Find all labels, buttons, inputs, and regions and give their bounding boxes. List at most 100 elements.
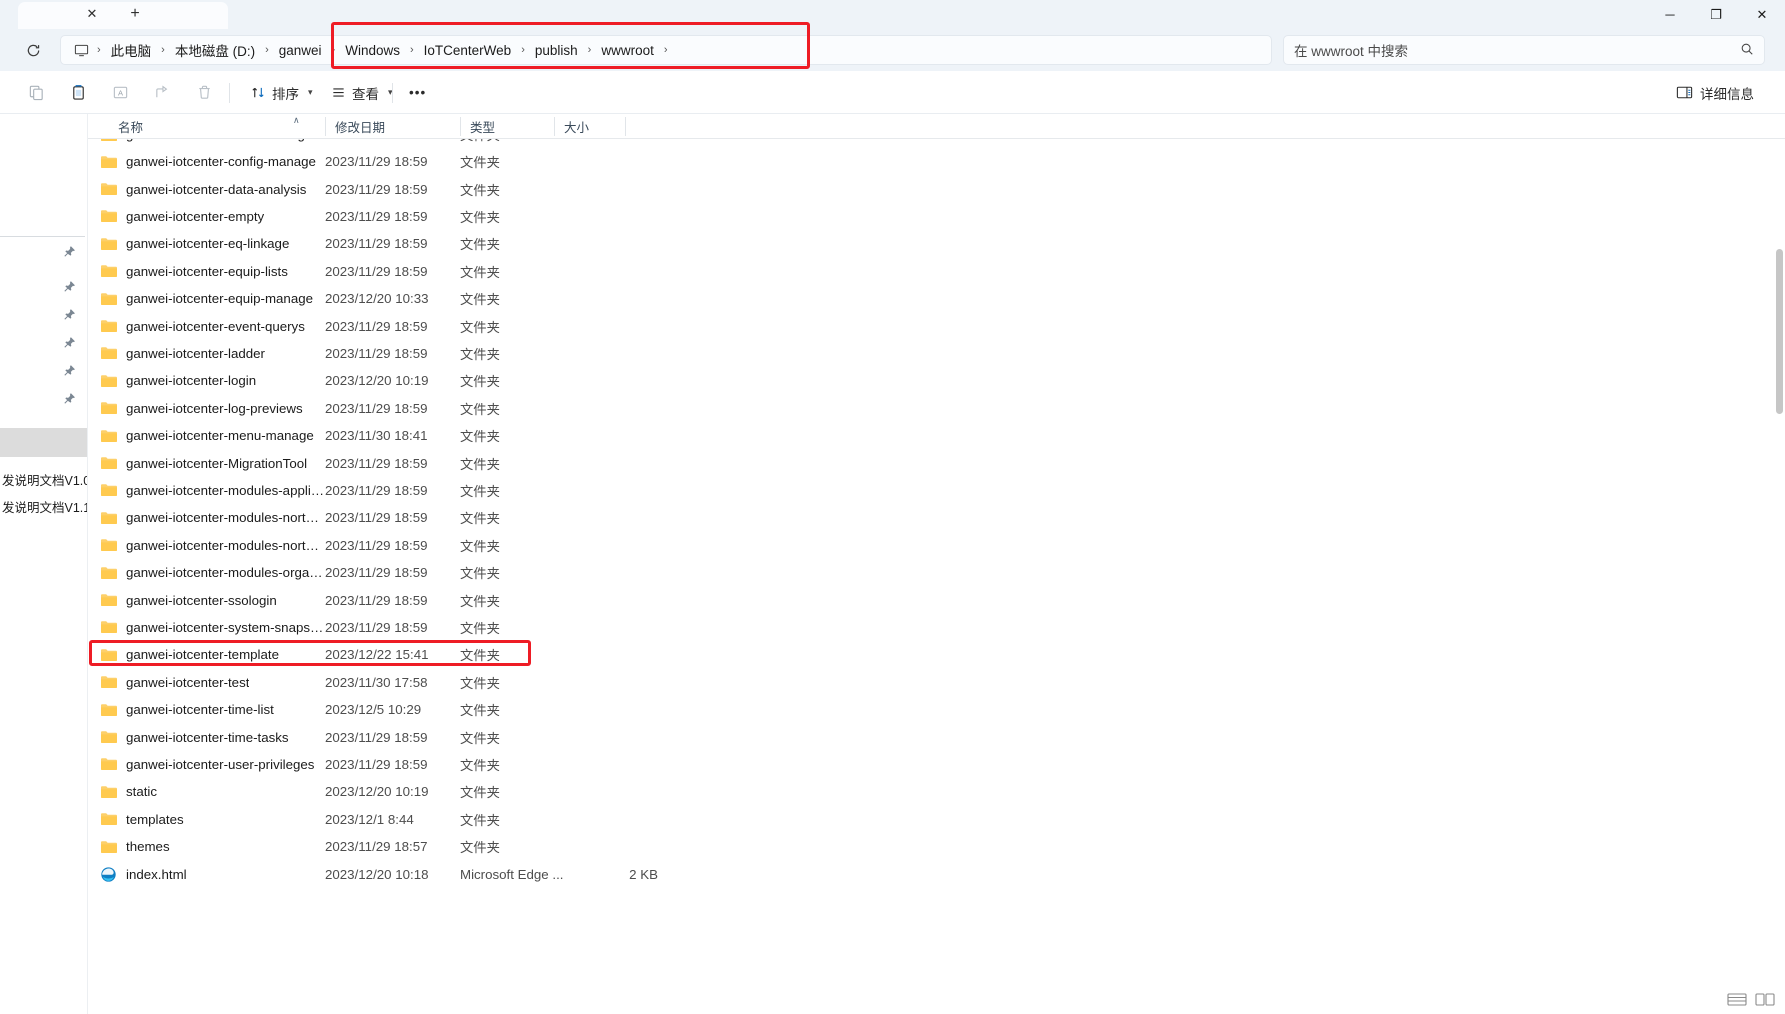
table-row[interactable]: ganwei-iotcenter-modules-applicatio...20… [88, 477, 1785, 504]
breadcrumb-item-2[interactable]: ganwei [273, 40, 328, 61]
breadcrumb-item-3[interactable]: Windows [339, 40, 406, 61]
column-divider[interactable] [625, 117, 626, 136]
folder-icon [100, 428, 118, 444]
breadcrumb-separator: › [157, 44, 169, 56]
table-row[interactable]: ganwei-iotcenter-time-tasks2023/11/29 18… [88, 723, 1785, 750]
file-name-cell: ganwei-iotcenter-ladder [88, 345, 325, 361]
table-row[interactable]: themes2023/11/29 18:57文件夹 [88, 833, 1785, 860]
table-row[interactable]: ganwei-iotcenter-ladder2023/11/29 18:59文… [88, 340, 1785, 367]
folder-icon [100, 702, 118, 718]
table-row[interactable]: ganwei-iotcenter-equip-manage2023/12/20 … [88, 285, 1785, 312]
rename-button[interactable]: A [102, 78, 138, 107]
delete-button[interactable] [186, 78, 222, 107]
new-tab-icon[interactable]: + [123, 3, 147, 25]
table-row[interactable]: ganwei-iotcenter-data-analysis2023/11/29… [88, 175, 1785, 202]
table-row[interactable]: ganwei-iotcenter-modules-organize...2023… [88, 559, 1785, 586]
file-name: ganwei-iotcenter-data-analysis [126, 182, 306, 197]
table-row[interactable]: templates2023/12/1 8:44文件夹 [88, 806, 1785, 833]
column-header-row: 名称 ∧ 修改日期 类型 大小 [88, 114, 1785, 139]
folder-icon [100, 455, 118, 471]
file-type: 文件夹 [460, 810, 590, 829]
nav-item-label-doc-v10[interactable]: 发说明文档V1.0 [0, 470, 88, 489]
table-row[interactable]: ganwei-iotcenter-menu-manage2023/11/30 1… [88, 422, 1785, 449]
table-row[interactable]: ganwei-iotcenter-modules-northbound2023/… [88, 504, 1785, 531]
table-row[interactable]: ganwei-iotcenter-log-previews2023/11/29 … [88, 395, 1785, 422]
breadcrumb-item-4[interactable]: IoTCenterWeb [418, 40, 518, 61]
table-row[interactable]: ganwei-iotcenter-equip-lists2023/11/29 1… [88, 258, 1785, 285]
pin-icon[interactable] [63, 308, 77, 322]
breadcrumb-separator: › [261, 44, 273, 56]
file-name: static [126, 784, 157, 799]
share-button[interactable] [144, 78, 180, 107]
details-pane-button[interactable]: 详细信息 [1667, 78, 1763, 107]
maximize-button[interactable]: ❐ [1693, 0, 1739, 29]
file-type: 文件夹 [460, 152, 590, 171]
folder-icon [100, 373, 118, 389]
breadcrumb-item-5[interactable]: publish [529, 40, 584, 61]
table-row[interactable]: index.html2023/12/20 10:18Microsoft Edge… [88, 860, 1785, 887]
vertical-scrollbar[interactable] [1774, 139, 1785, 1014]
close-tab-icon[interactable]: ✕ [80, 3, 104, 25]
view-button[interactable]: 查看 ▾ [322, 78, 402, 107]
scrollbar-thumb[interactable] [1776, 249, 1783, 414]
table-row[interactable]: ganwei-iotcenter-config-manage2023/11/29… [88, 148, 1785, 175]
breadcrumb[interactable]: › 此电脑 › 本地磁盘 (D:) › ganwei › Windows › I… [60, 35, 1272, 65]
file-name: templates [126, 812, 184, 827]
folder-icon [100, 839, 118, 855]
folder-icon [100, 619, 118, 635]
pin-icon[interactable] [63, 336, 77, 350]
column-header-date-modified[interactable]: 修改日期 [325, 114, 460, 139]
pin-icon[interactable] [63, 280, 77, 294]
file-name-cell: index.html [88, 866, 325, 882]
list-view-icon[interactable] [1727, 992, 1749, 1010]
file-list[interactable]: ganwei-iotcenter-asset-management 2023/1… [88, 139, 1785, 1014]
file-name-cell: ganwei-iotcenter-equip-manage [88, 291, 325, 307]
file-date: 2023/11/29 18:59 [325, 730, 460, 745]
table-row[interactable]: ganwei-iotcenter-time-list2023/12/5 10:2… [88, 696, 1785, 723]
minimize-button[interactable]: ─ [1647, 0, 1693, 29]
file-name: ganwei-iotcenter-MigrationTool [126, 456, 307, 471]
file-type: 文件夹 [460, 317, 590, 336]
table-row[interactable]: ganwei-iotcenter-system-snapshot2023/11/… [88, 614, 1785, 641]
breadcrumb-item-0[interactable]: 此电脑 [105, 37, 158, 63]
folder-icon [100, 154, 118, 170]
search-input[interactable]: 在 wwwroot 中搜索 [1283, 35, 1765, 65]
refresh-icon[interactable] [20, 37, 46, 63]
file-type: 文件夹 [460, 139, 590, 144]
breadcrumb-item-6[interactable]: wwwroot [595, 40, 660, 61]
file-type: 文件夹 [460, 508, 590, 527]
file-name-cell: ganwei-iotcenter-template [88, 647, 325, 663]
table-row[interactable]: ganwei-iotcenter-modules-northman...2023… [88, 532, 1785, 559]
table-row[interactable]: ganwei-iotcenter-eq-linkage2023/11/29 18… [88, 230, 1785, 257]
sort-button[interactable]: 排序 ▾ [242, 78, 322, 107]
table-row[interactable]: ganwei-iotcenter-user-privileges2023/11/… [88, 751, 1785, 778]
table-row[interactable]: ganwei-iotcenter-empty2023/11/29 18:59文件… [88, 203, 1785, 230]
file-date: 2023/11/29 18:59 [325, 620, 460, 635]
details-pane-label: 详细信息 [1700, 83, 1754, 103]
breadcrumb-item-1[interactable]: 本地磁盘 (D:) [169, 37, 261, 63]
pin-icon[interactable] [63, 392, 77, 406]
search-icon[interactable] [1740, 42, 1754, 59]
table-row[interactable]: ganwei-iotcenter-test2023/11/30 17:58文件夹 [88, 669, 1785, 696]
chevron-down-icon: ▾ [308, 87, 313, 98]
cut-button[interactable] [18, 78, 54, 107]
table-row[interactable]: ganwei-iotcenter-asset-management 2023/1… [88, 139, 1785, 148]
window-controls: ─ ❐ ✕ [1647, 0, 1785, 29]
copy-button[interactable] [60, 78, 96, 107]
table-row[interactable]: ganwei-iotcenter-ssologin2023/11/29 18:5… [88, 586, 1785, 613]
grid-view-icon[interactable] [1755, 992, 1777, 1010]
close-window-button[interactable]: ✕ [1739, 0, 1785, 29]
table-row[interactable]: ganwei-iotcenter-event-querys2023/11/29 … [88, 312, 1785, 339]
file-name-cell: ganwei-iotcenter-time-tasks [88, 729, 325, 745]
pin-icon[interactable] [63, 364, 77, 378]
folder-icon [100, 400, 118, 416]
pin-icon[interactable] [63, 245, 77, 259]
table-row[interactable]: ganwei-iotcenter-login2023/12/20 10:19文件… [88, 367, 1785, 394]
table-row[interactable]: ganwei-iotcenter-MigrationTool2023/11/29… [88, 449, 1785, 476]
table-row[interactable]: static2023/12/20 10:19文件夹 [88, 778, 1785, 805]
table-row[interactable]: ganwei-iotcenter-template2023/12/22 15:4… [88, 641, 1785, 668]
nav-item-label-doc-v11[interactable]: 发说明文档V1.1 [0, 497, 88, 516]
more-options-button[interactable]: ••• [400, 78, 435, 107]
column-header-size[interactable]: 大小 [554, 114, 624, 139]
nav-item-selected[interactable] [0, 428, 88, 457]
